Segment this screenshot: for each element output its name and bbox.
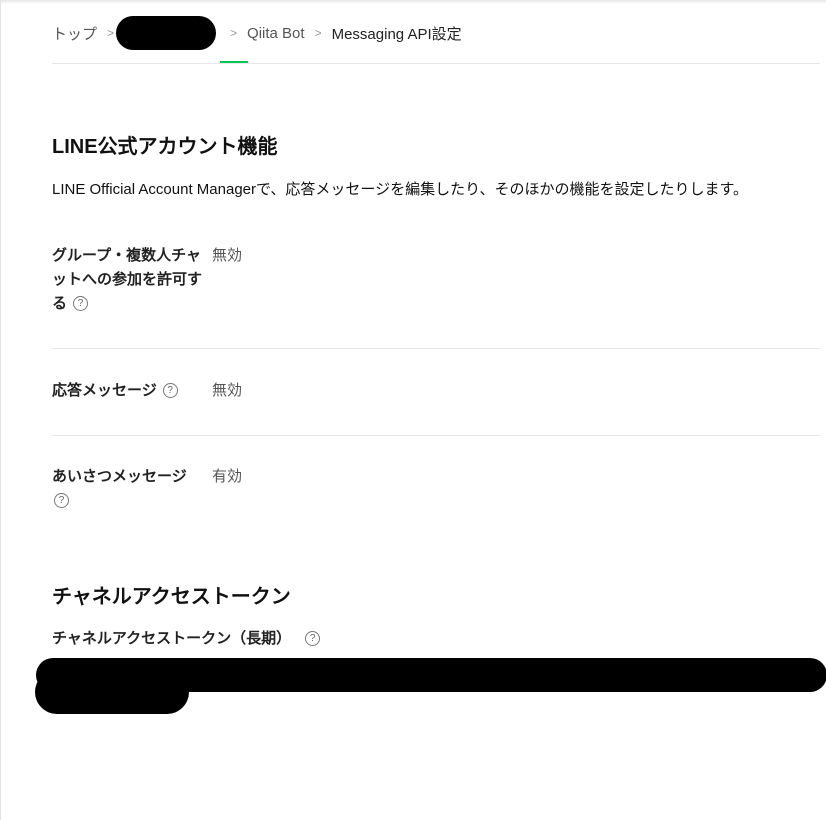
breadcrumb-top-link[interactable]: トップ	[52, 23, 97, 44]
token-label-text: チャネルアクセストークン（長期）	[52, 630, 292, 647]
setting-label-text: 応答メッセージ	[52, 382, 157, 399]
setting-label-text: あいさつメッセージ	[52, 468, 187, 485]
section-title-line-features: LINE公式アカウント機能	[52, 136, 278, 158]
setting-label-auto-reply: 応答メッセージ?	[52, 379, 212, 403]
chevron-right-icon: >	[230, 26, 238, 40]
setting-row-auto-reply: 応答メッセージ? 無効	[52, 379, 820, 409]
setting-value-group-chat: 無効	[212, 247, 243, 264]
top-shadow	[1, 0, 826, 4]
setting-value-auto-reply: 無効	[212, 382, 243, 399]
setting-label-greeting: あいさつメッセージ?	[52, 465, 202, 513]
help-icon[interactable]: ?	[162, 382, 178, 398]
redacted-breadcrumb-item	[116, 16, 217, 50]
breadcrumb-current-page: Messaging API設定	[331, 25, 462, 43]
help-icon[interactable]: ?	[73, 295, 89, 311]
setting-row-greeting: あいさつメッセージ? 有効	[52, 465, 820, 515]
help-icon[interactable]: ?	[54, 492, 69, 508]
section-title-channel-access-token: チャネルアクセストークン	[52, 586, 291, 608]
section-description: LINE Official Account Managerで、応答メッセージを編…	[52, 181, 748, 198]
row-divider	[52, 348, 820, 349]
chevron-right-icon: >	[107, 26, 115, 40]
breadcrumb-channel-link[interactable]: Qiita Bot	[247, 25, 305, 42]
help-icon[interactable]: ?	[305, 630, 321, 646]
row-divider	[52, 435, 820, 436]
setting-value-greeting: 有効	[212, 468, 243, 485]
setting-row-group-chat: グループ・複数人チャットへの参加を許可する? 無効	[52, 244, 820, 324]
breadcrumb: トップ > > Qiita Bot > Messaging API設定	[52, 16, 462, 50]
header-divider	[52, 63, 820, 64]
redacted-token-value	[35, 670, 189, 714]
page: トップ > > Qiita Bot > Messaging API設定 LINE…	[0, 0, 826, 820]
chevron-right-icon: >	[314, 26, 322, 40]
token-label: チャネルアクセストークン（長期）?	[52, 627, 321, 651]
setting-label-group-chat: グループ・複数人チャットへの参加を許可する?	[52, 244, 202, 316]
